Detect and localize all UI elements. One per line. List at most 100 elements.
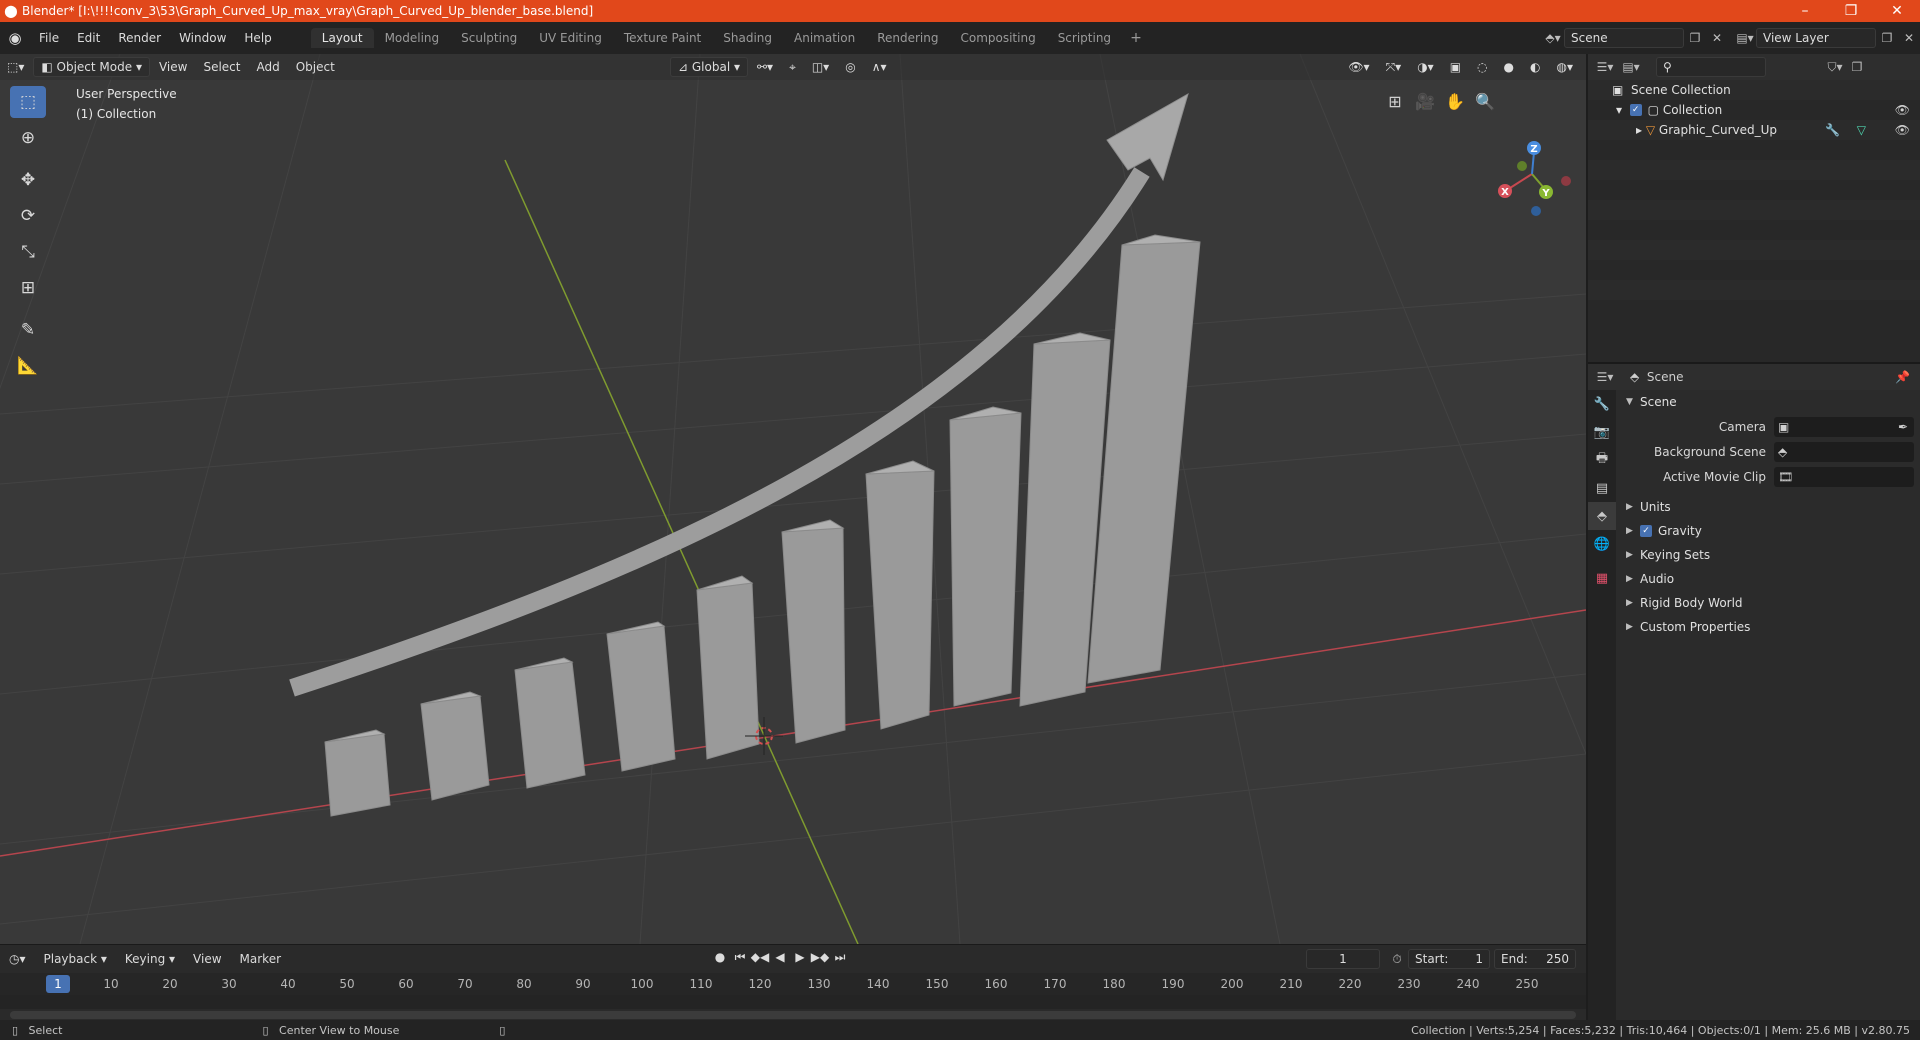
scene-tab-icon[interactable]: ⬘: [1588, 502, 1616, 530]
jump-keyframe-forward-icon[interactable]: ▶◆: [810, 950, 830, 965]
active-movie-clip-field[interactable]: 🎞: [1774, 466, 1914, 487]
panel-gravity[interactable]: ▶ ✓ Gravity: [1618, 519, 1920, 543]
gizmo-toggle-icon[interactable]: ⤧▾: [1379, 57, 1409, 77]
snap-icon[interactable]: ⌖: [782, 57, 803, 77]
navigation-gizmo[interactable]: X Y Z: [1498, 141, 1571, 216]
proportional-edit-icon[interactable]: ◎: [838, 57, 862, 77]
measure-tool-icon[interactable]: 📐: [10, 350, 46, 382]
play-icon[interactable]: ▶: [790, 950, 810, 965]
panel-scene[interactable]: ▼ Scene: [1618, 390, 1920, 414]
annotate-tool-icon[interactable]: ✎: [10, 314, 46, 346]
xray-icon[interactable]: ▣: [1443, 57, 1468, 77]
stopwatch-icon[interactable]: ⏱: [1386, 949, 1408, 969]
outliner-editor-type-icon[interactable]: ☰▾: [1594, 57, 1616, 77]
menu-window[interactable]: Window: [170, 31, 235, 45]
new-collection-icon[interactable]: ❐: [1846, 57, 1868, 77]
background-scene-field[interactable]: ⬘: [1774, 441, 1914, 462]
transform-tool-icon[interactable]: ⊞: [10, 272, 46, 304]
pivot-icon[interactable]: ⚯▾: [750, 57, 780, 77]
end-frame-field[interactable]: End: 250: [1494, 949, 1576, 969]
panel-custom-properties[interactable]: ▶ Custom Properties: [1618, 615, 1920, 639]
menu-render[interactable]: Render: [109, 31, 170, 45]
add-workspace-button[interactable]: +: [1122, 30, 1150, 46]
menu-edit[interactable]: Edit: [68, 31, 109, 45]
shading-solid-icon[interactable]: ●: [1497, 57, 1521, 77]
curved-arrow-head[interactable]: [1106, 92, 1189, 182]
timeline-ruler[interactable]: 1 10 20 30 40 50 60 70 80 90 100 110 120…: [0, 973, 1586, 995]
menu-view[interactable]: View: [152, 57, 194, 77]
outliner-search-input[interactable]: ⚲: [1656, 57, 1766, 77]
view-layer-field[interactable]: View Layer: [1756, 28, 1876, 48]
tab-compositing[interactable]: Compositing: [949, 28, 1046, 48]
menu-add[interactable]: Add: [249, 57, 286, 77]
shading-material-icon[interactable]: ◐: [1523, 57, 1547, 77]
close-button[interactable]: ✕: [1874, 3, 1920, 19]
move-tool-icon[interactable]: ✥: [10, 164, 46, 196]
tab-shading[interactable]: Shading: [712, 28, 783, 48]
current-frame-indicator[interactable]: 1: [46, 975, 70, 993]
tab-scripting[interactable]: Scripting: [1047, 28, 1122, 48]
outliner-row-collection[interactable]: ▾ ✓ ▢ Collection 👁: [1588, 100, 1920, 120]
timeline-scrollbar[interactable]: [10, 1011, 1576, 1019]
editor-type-icon[interactable]: ⬚▾: [0, 57, 31, 77]
expand-arrow-icon[interactable]: ▸: [1636, 123, 1646, 137]
delete-scene-icon[interactable]: ✕: [1706, 28, 1728, 48]
expand-arrow-icon[interactable]: ▾: [1616, 103, 1630, 117]
menu-help[interactable]: Help: [235, 31, 280, 45]
grid-view-icon[interactable]: ⊞: [1380, 86, 1410, 116]
panel-audio[interactable]: ▶ Audio: [1618, 567, 1920, 591]
menu-marker[interactable]: Marker: [231, 952, 290, 966]
tab-rendering[interactable]: Rendering: [866, 28, 949, 48]
output-properties-tab-icon[interactable]: 🖶: [1588, 446, 1616, 474]
zoom-icon[interactable]: 🔍: [1470, 86, 1500, 116]
new-scene-icon[interactable]: ❐: [1684, 28, 1706, 48]
timeline-editor-type-icon[interactable]: ◷▾: [0, 952, 35, 966]
menu-playback[interactable]: Playback ▾: [35, 952, 116, 966]
scene-type-icon[interactable]: ⬘▾: [1542, 28, 1564, 48]
panel-units[interactable]: ▶ Units: [1618, 495, 1920, 519]
snap-target-icon[interactable]: ◫▾: [805, 57, 836, 77]
visibility-icon[interactable]: 👁▾: [1341, 57, 1376, 77]
menu-file[interactable]: File: [30, 31, 68, 45]
gravity-checkbox[interactable]: ✓: [1640, 525, 1652, 537]
panel-rigid-body-world[interactable]: ▶ Rigid Body World: [1618, 591, 1920, 615]
orientation-dropdown[interactable]: ⊿ Global ▾: [670, 57, 748, 77]
menu-object[interactable]: Object: [289, 57, 342, 77]
jump-keyframe-back-icon[interactable]: ◆◀: [750, 950, 770, 965]
menu-keying[interactable]: Keying ▾: [116, 952, 184, 966]
display-mode-icon[interactable]: ▤▾: [1620, 57, 1642, 77]
eye-icon[interactable]: 👁: [1895, 123, 1910, 137]
collection-checkbox[interactable]: ✓: [1629, 104, 1642, 116]
shading-rendered-icon[interactable]: ◍▾: [1550, 57, 1581, 77]
rotate-tool-icon[interactable]: ⟳: [10, 200, 46, 232]
current-frame-field[interactable]: 1: [1306, 949, 1380, 969]
properties-editor-type-icon[interactable]: ☰▾: [1594, 367, 1616, 387]
tool-properties-tab-icon[interactable]: 🔧: [1588, 390, 1616, 418]
panel-keying-sets[interactable]: ▶ Keying Sets: [1618, 543, 1920, 567]
tab-modeling[interactable]: Modeling: [374, 28, 451, 48]
camera-field[interactable]: ▣ ✒: [1774, 416, 1914, 437]
tab-animation[interactable]: Animation: [783, 28, 866, 48]
camera-view-icon[interactable]: 🎥: [1410, 86, 1440, 116]
play-reverse-icon[interactable]: ◀: [770, 950, 790, 965]
overlays-icon[interactable]: ◑▾: [1410, 57, 1441, 77]
jump-start-icon[interactable]: ⏮: [730, 950, 750, 965]
3d-viewport[interactable]: X Y Z ⬚▾ ◧ Object Mode ▾ View Select Add…: [0, 54, 1586, 944]
shading-wireframe-icon[interactable]: ◌: [1470, 57, 1494, 77]
cursor-tool-icon[interactable]: ⊕: [10, 122, 46, 154]
record-icon[interactable]: ●: [710, 950, 730, 965]
modifier-wrench-icon[interactable]: 🔧: [1825, 123, 1840, 137]
pan-hand-icon[interactable]: ✋: [1440, 86, 1470, 116]
filter-icon[interactable]: ⛉▾: [1824, 57, 1846, 77]
menu-timeline-view[interactable]: View: [184, 952, 230, 966]
blender-logo-icon[interactable]: ◉: [0, 29, 30, 47]
tab-uv-editing[interactable]: UV Editing: [528, 28, 613, 48]
start-frame-field[interactable]: Start: 1: [1408, 949, 1490, 969]
tab-layout[interactable]: Layout: [310, 28, 374, 48]
menu-select[interactable]: Select: [196, 57, 247, 77]
outliner-row-scene-collection[interactable]: ▣ Scene Collection: [1588, 80, 1920, 100]
minimize-button[interactable]: –: [1782, 3, 1828, 19]
eyedropper-icon[interactable]: ✒: [1898, 420, 1908, 434]
jump-end-icon[interactable]: ⏭: [830, 950, 850, 965]
maximize-button[interactable]: ❐: [1828, 3, 1874, 19]
